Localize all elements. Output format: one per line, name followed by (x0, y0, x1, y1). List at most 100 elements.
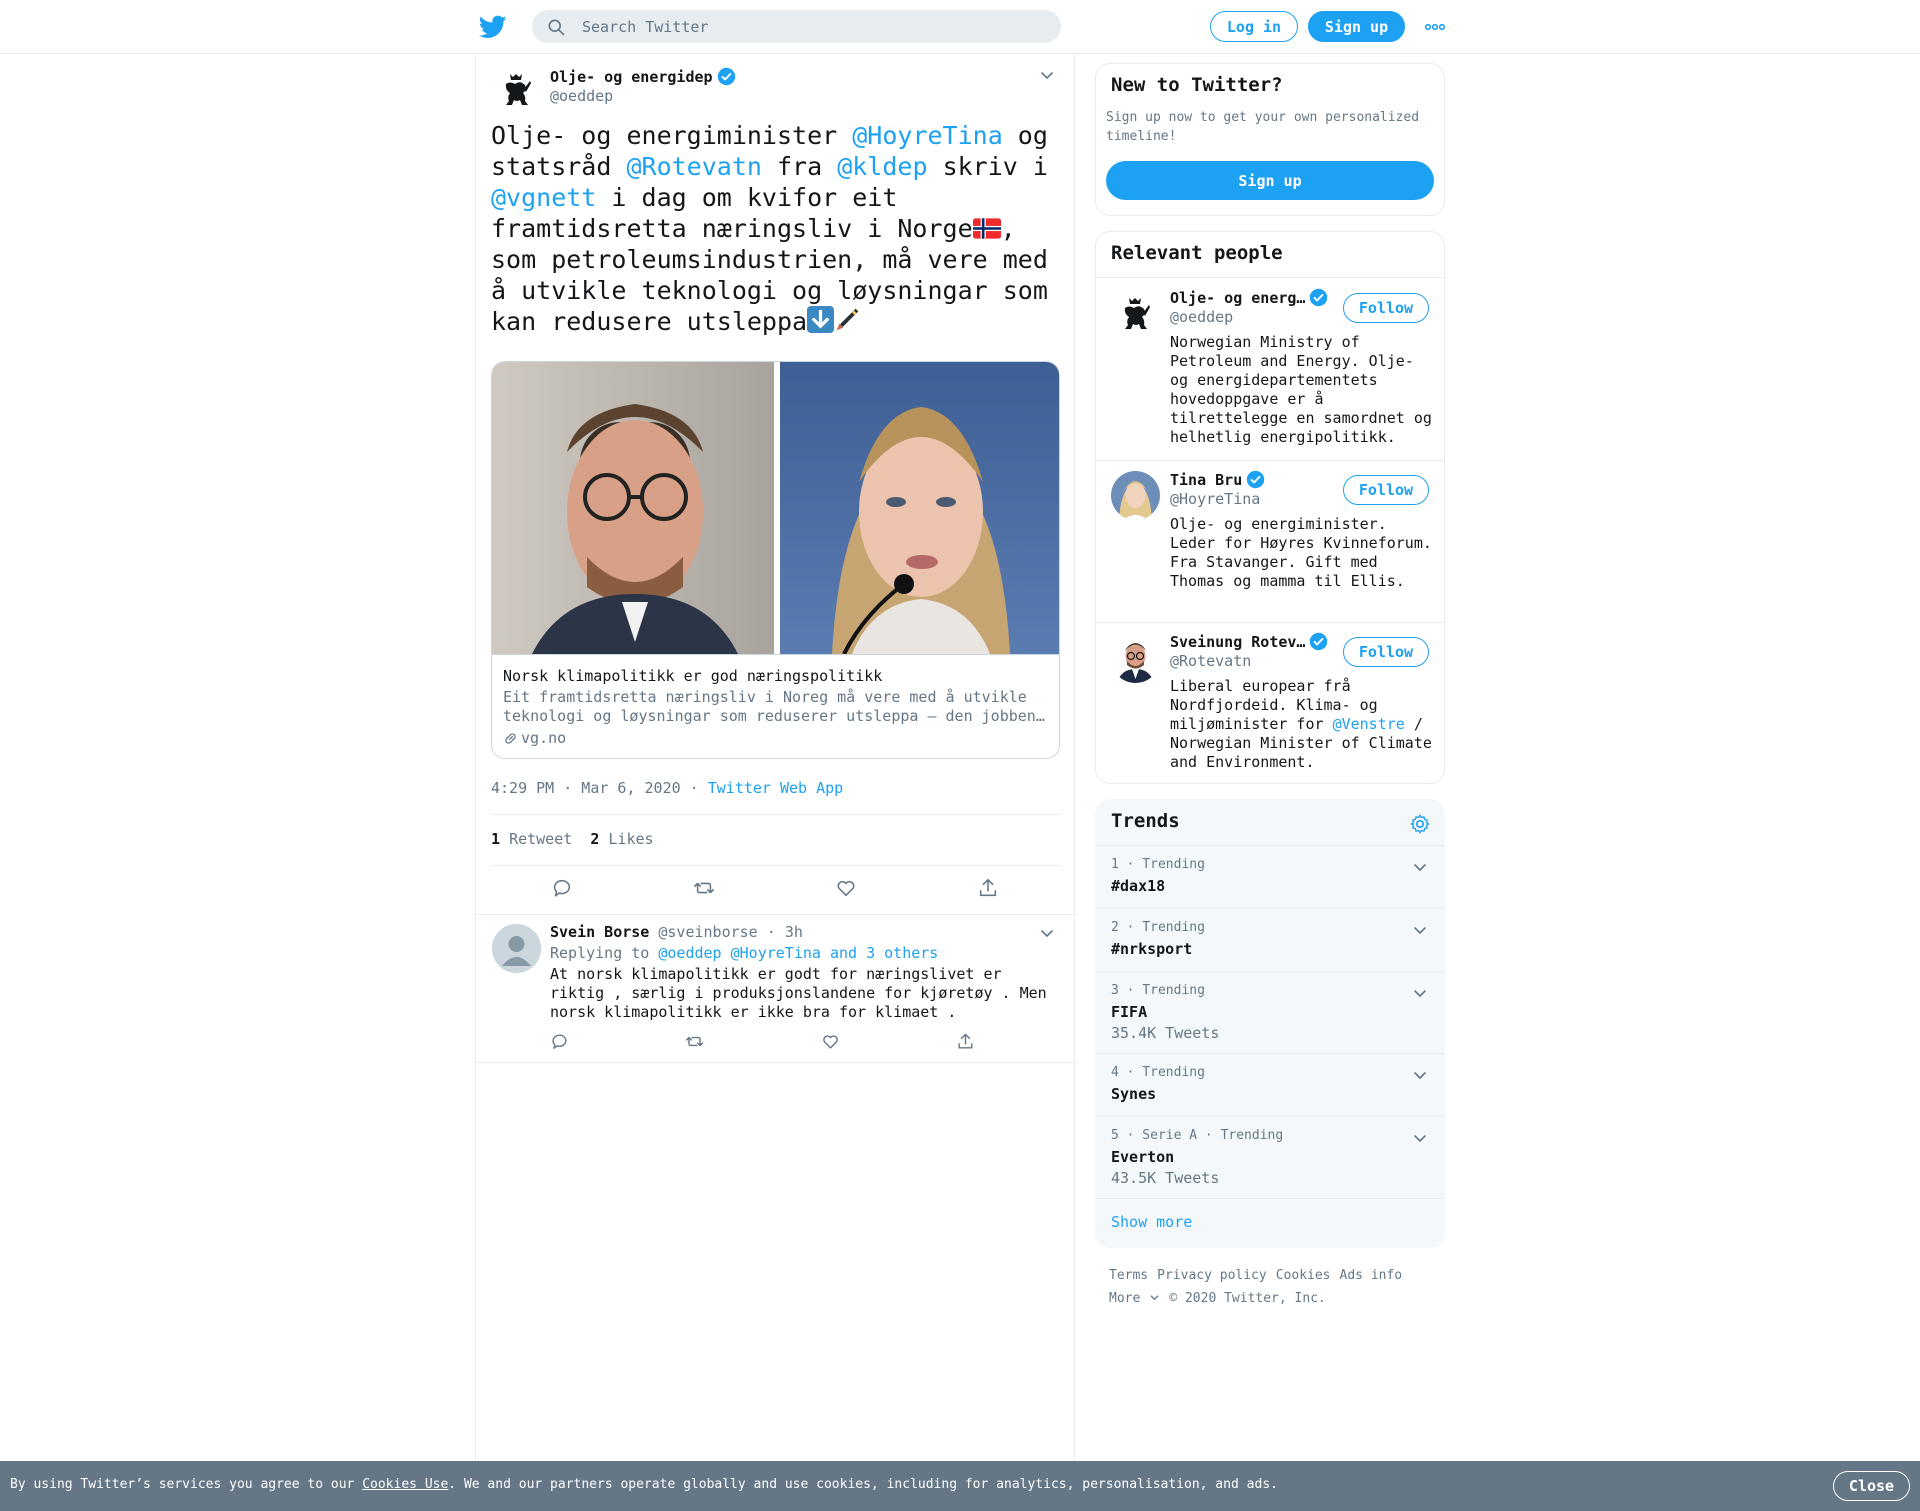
trend-tweet-count: 43.5K Tweets (1111, 1169, 1220, 1187)
sign-up-button[interactable]: Sign up (1308, 11, 1405, 42)
chevron-down-icon[interactable] (1039, 925, 1055, 941)
like-count-link[interactable]: 2 Likes (590, 830, 653, 848)
person-name[interactable]: Tina Bru (1170, 470, 1265, 489)
footer-terms-link[interactable]: Terms (1109, 1268, 1148, 1283)
tweet-author-avatar[interactable] (492, 65, 541, 114)
follow-button[interactable]: Follow (1343, 637, 1429, 667)
tweet-text: Olje- og energiminister @HoyreTina og st… (491, 120, 1061, 337)
footer-more-text[interactable]: More (1109, 1291, 1140, 1306)
tweet-author-name-text[interactable]: Olje- og energidep (550, 68, 713, 86)
verified-badge-icon (1247, 470, 1265, 489)
chevron-down-icon[interactable] (1412, 859, 1428, 875)
person-name[interactable]: Sveinung Rotev… (1170, 632, 1328, 651)
mention-link[interactable]: @kldep (837, 152, 927, 181)
share-icon[interactable] (956, 1032, 975, 1051)
share-icon[interactable] (977, 877, 999, 899)
show-more-trends-link[interactable]: Show more (1111, 1213, 1192, 1231)
cookie-text-segment: . We and our partners operate globally a… (448, 1477, 1278, 1492)
retweet-icon[interactable] (693, 877, 715, 899)
follow-button[interactable]: Follow (1343, 475, 1429, 505)
card-title[interactable]: Norsk klimapolitikk er god næringspoliti… (503, 667, 882, 685)
log-in-button[interactable]: Log in (1210, 11, 1298, 42)
reply-header: Svein Borse @sveinborse · 3h (550, 923, 803, 941)
person-avatar[interactable] (1111, 289, 1160, 338)
close-cookie-bar-button[interactable]: Close (1833, 1471, 1910, 1501)
likes-label: Likes (608, 830, 654, 848)
cookies-use-link[interactable]: Cookies Use (362, 1477, 448, 1492)
person-name-text[interactable]: Sveinung Rotev… (1170, 633, 1305, 651)
tweet-time[interactable]: 4:29 PM · Mar 6, 2020 (491, 779, 681, 797)
footer-cookies-link[interactable]: Cookies (1276, 1268, 1331, 1283)
chevron-down-icon[interactable] (1412, 1130, 1428, 1146)
person-name-text[interactable]: Tina Bru (1170, 471, 1242, 489)
person-handle[interactable]: @oeddep (1170, 308, 1233, 326)
follow-button[interactable]: Follow (1343, 293, 1429, 323)
reply-icon[interactable] (550, 1032, 569, 1051)
person-name-text[interactable]: Olje- og energ… (1170, 289, 1305, 307)
person-avatar[interactable] (1111, 634, 1160, 683)
like-heart-icon[interactable] (835, 877, 857, 899)
reply-author-name[interactable]: Svein Borse (550, 923, 649, 941)
footer-ads-link[interactable]: Ads info (1340, 1268, 1403, 1283)
search-box[interactable] (532, 10, 1061, 43)
trend-name[interactable]: #nrksport (1111, 940, 1192, 958)
top-navigation-bar: Log in Sign up (0, 0, 1920, 54)
trend-name[interactable]: #dax18 (1111, 877, 1165, 895)
mention-link[interactable]: @vgnett (491, 183, 596, 212)
relevant-people-panel: Relevant people Olje- og energ… @oeddep … (1095, 231, 1445, 784)
trend-name[interactable]: Synes (1111, 1085, 1156, 1103)
verified-badge-icon (1310, 288, 1328, 307)
tweet-source-link[interactable]: Twitter Web App (708, 779, 843, 797)
tweet-author-handle[interactable]: @oeddep (550, 87, 613, 105)
mention-link[interactable]: @Rotevatn (626, 152, 761, 181)
retweet-count: 1 (491, 830, 501, 848)
reply-author-handle[interactable]: @sveinborse (658, 923, 757, 941)
tweet-text-segment: Olje- og energiminister (491, 121, 853, 150)
mention-link[interactable]: @HoyreTina (852, 121, 1003, 150)
person-handle[interactable]: @HoyreTina (1170, 490, 1260, 508)
chevron-down-icon[interactable] (1412, 1067, 1428, 1083)
person-bio: Olje- og energiminister. Leder for Høyre… (1170, 515, 1432, 590)
chevron-down-icon[interactable] (1412, 922, 1428, 938)
panel-title: New to Twitter? (1111, 74, 1283, 96)
retweet-icon[interactable] (685, 1032, 704, 1051)
trend-item[interactable]: 2 · Trending #nrksport (1096, 908, 1444, 971)
trend-item[interactable]: 5 · Serie A · Trending Everton 43.5K Twe… (1096, 1116, 1444, 1198)
retweet-count-link[interactable]: 1 Retweet (491, 830, 572, 848)
trend-item[interactable]: 4 · Trending Synes (1096, 1053, 1444, 1116)
gear-icon[interactable] (1409, 813, 1431, 835)
reply-icon[interactable] (551, 877, 573, 899)
trends-panel: Trends 1 · Trending #dax18 2 · Trending … (1095, 799, 1445, 1248)
trend-item[interactable]: 1 · Trending #dax18 (1096, 845, 1444, 908)
norwegian-coat-of-arms-lion-icon (1111, 289, 1160, 338)
reply-time[interactable]: 3h (785, 923, 803, 941)
reply-author-avatar[interactable] (492, 924, 541, 973)
chevron-down-icon[interactable] (1412, 985, 1428, 1001)
mention-link[interactable]: @Venstre (1333, 715, 1405, 733)
person-name[interactable]: Olje- og energ… (1170, 288, 1328, 307)
card-domain-text[interactable]: vg.no (521, 729, 566, 747)
person-handle[interactable]: @Rotevatn (1170, 652, 1251, 670)
card-text-area[interactable]: Norsk klimapolitikk er god næringspoliti… (492, 654, 1059, 758)
sidebar-sign-up-button[interactable]: Sign up (1106, 161, 1434, 200)
divider (1096, 460, 1444, 461)
more-options-icon[interactable] (1424, 18, 1446, 36)
footer-more-link[interactable]: More (1109, 1291, 1160, 1306)
chevron-down-icon[interactable] (1039, 67, 1055, 83)
twitter-bird-logo-icon[interactable] (479, 13, 507, 41)
trend-name[interactable]: FIFA (1111, 1003, 1147, 1021)
divider (1096, 622, 1444, 623)
footer-privacy-link[interactable]: Privacy policy (1157, 1268, 1267, 1283)
card-photo-image (492, 362, 1059, 654)
link-preview-card[interactable]: Norsk klimapolitikk er god næringspoliti… (491, 361, 1060, 759)
like-heart-icon[interactable] (821, 1032, 840, 1051)
replying-to-links[interactable]: @oeddep @HoyreTina and 3 others (658, 944, 938, 962)
cookie-text-segment: By using Twitter’s services you agree to… (10, 1477, 363, 1492)
person-avatar[interactable] (1111, 471, 1160, 520)
search-input[interactable] (582, 10, 1042, 43)
trend-name[interactable]: Everton (1111, 1148, 1174, 1166)
tweet-author-name[interactable]: Olje- og energidep (550, 67, 736, 86)
card-domain[interactable]: vg.no (503, 729, 566, 747)
person-bio: Norwegian Ministry of Petroleum and Ener… (1170, 333, 1432, 446)
trend-item[interactable]: 3 · Trending FIFA 35.4K Tweets (1096, 971, 1444, 1053)
